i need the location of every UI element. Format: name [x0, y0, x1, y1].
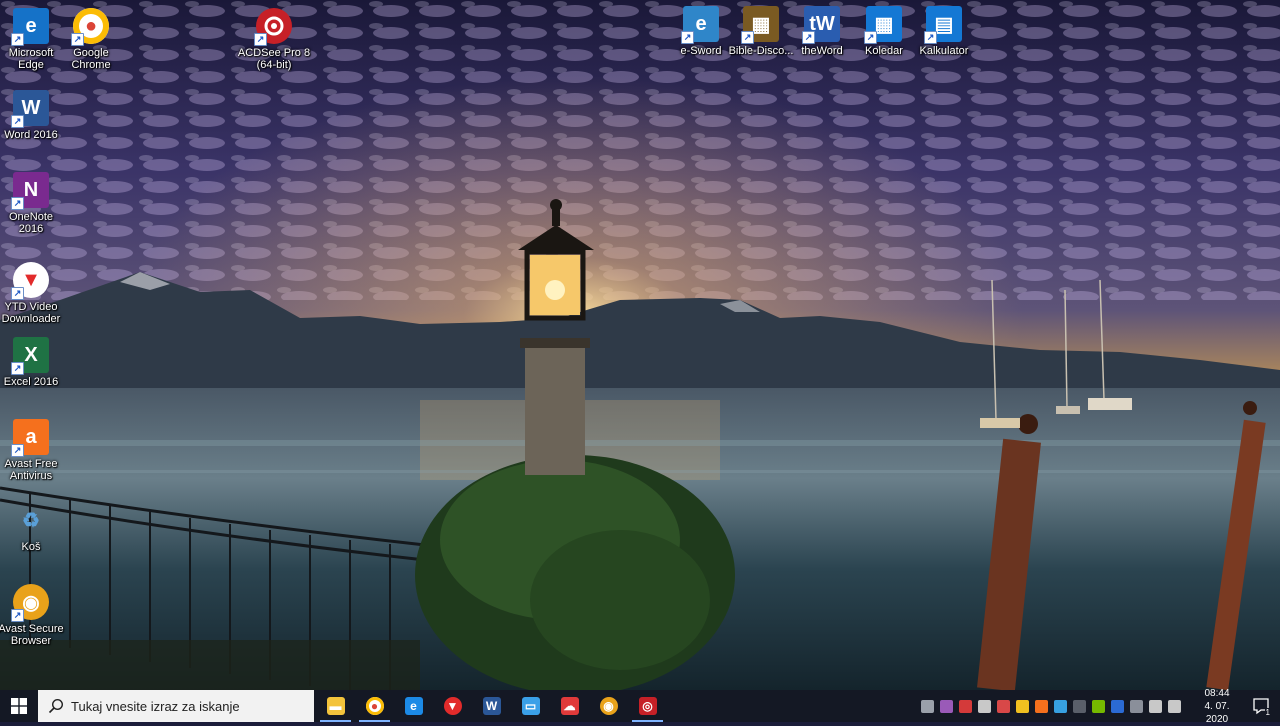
desktop-icon-label: Excel 2016: [3, 376, 59, 388]
desktop-icon-label: ACDSee Pro 8 (64-bit): [237, 47, 311, 71]
theword-icon: tW ↗: [802, 6, 840, 44]
clock-time: 08:44: [1204, 687, 1230, 699]
ytd-tray-icon[interactable]: [959, 699, 972, 713]
shortcut-arrow-icon: ↗: [71, 33, 84, 46]
onenote-icon: N ↗: [11, 172, 49, 210]
taskbar-app-ytd[interactable]: ▼: [433, 690, 472, 722]
shortcut-arrow-icon: ↗: [924, 31, 937, 44]
app-tray-icon[interactable]: [1054, 699, 1067, 713]
security-shield-icon[interactable]: [1016, 699, 1029, 713]
shortcut-arrow-icon: ↗: [741, 31, 754, 44]
shortcut-arrow-icon: ↗: [11, 115, 24, 128]
taskbar-app-acdsee[interactable]: ◎: [628, 690, 667, 722]
shortcut-arrow-icon: ↗: [11, 444, 24, 457]
taskbar: Tukaj vnesite izraz za iskanje ▬ ● e ▼ W ▭ ☁ ◉ ◎…: [0, 688, 1280, 725]
desktop-icon-label: YTD Video Downloader: [1, 301, 61, 325]
network-icon[interactable]: [1149, 699, 1162, 713]
shortcut-arrow-icon: ↗: [802, 31, 815, 44]
calculator-icon: ▤ ↗: [924, 6, 962, 44]
desktop-icon-word[interactable]: W ↗ Word 2016: [0, 90, 68, 141]
desktop-wallpaper: [0, 0, 1280, 690]
phone-icon[interactable]: [978, 699, 991, 713]
desktop-icon-recycle-bin[interactable]: ♻ Koš: [0, 502, 68, 554]
avast-tray-icon[interactable]: [1035, 699, 1048, 713]
paint-icon[interactable]: [997, 699, 1010, 713]
edge-icon: e: [404, 697, 423, 715]
search-box[interactable]: Tukaj vnesite izraz za iskanje: [38, 690, 314, 722]
volume-icon[interactable]: [1168, 699, 1181, 713]
taskbar-app-word[interactable]: W: [472, 690, 511, 722]
desktop-icon-avast-browser[interactable]: ◉ ↗ Avast Secure Browser: [0, 584, 68, 647]
bluetooth-icon[interactable]: [1111, 699, 1124, 713]
avast-browser-icon: ◉ ↗: [11, 584, 49, 622]
ytd-icon: ▼: [443, 697, 462, 715]
desktop-icon-label: Word 2016: [4, 129, 58, 141]
desktop-icon-label: OneNote 2016: [8, 211, 54, 235]
system-tray: 08:44 4. 07. 2020 1: [918, 688, 1280, 725]
keyboard-icon[interactable]: [1073, 699, 1086, 713]
desktop-icon-label: Avast Secure Browser: [0, 623, 64, 647]
ytd-icon: ▼ ↗: [11, 262, 49, 300]
shortcut-arrow-icon: ↗: [864, 31, 877, 44]
desktop-icon-label: Google Chrome: [71, 47, 111, 71]
onenote-tray-icon[interactable]: [940, 699, 953, 713]
avast-browser-icon: ◉: [599, 697, 618, 715]
bible-discovery-icon: ▦ ↗: [741, 6, 779, 44]
taskbar-app-desktop-app[interactable]: ▭: [511, 690, 550, 722]
search-icon: [48, 698, 64, 714]
windows-logo-icon: [11, 698, 27, 714]
cloud-app-icon: ☁: [560, 697, 579, 715]
desktop-icon-acdsee[interactable]: ↗ ACDSee Pro 8 (64-bit): [237, 8, 311, 71]
acdsee-icon: ↗: [254, 8, 292, 46]
notification-count: 1: [1264, 708, 1271, 717]
edge-icon: e ↗: [11, 8, 49, 46]
taskbar-app-chrome[interactable]: ●: [355, 690, 394, 722]
taskbar-app-cloud-app[interactable]: ☁: [550, 690, 589, 722]
excel-icon: X ↗: [11, 337, 49, 375]
shortcut-arrow-icon: ↗: [11, 197, 24, 210]
shortcut-arrow-icon: ↗: [254, 33, 267, 46]
chrome-icon: ● ↗: [71, 8, 109, 46]
search-placeholder: Tukaj vnesite izraz za iskanje: [71, 698, 240, 714]
file-explorer-icon: ▬: [326, 697, 345, 715]
taskbar-app-avast-browser[interactable]: ◉: [589, 690, 628, 722]
device-icon[interactable]: [1130, 699, 1143, 713]
desktop-icon-onenote[interactable]: N ↗ OneNote 2016: [0, 172, 68, 235]
chrome-icon: ●: [365, 697, 384, 715]
desktop-icon-label: Avast Free Antivirus: [4, 458, 58, 482]
tray-icons: [918, 699, 1184, 713]
desktop-icon-ytd[interactable]: ▼ ↗ YTD Video Downloader: [0, 262, 68, 325]
shortcut-arrow-icon: ↗: [11, 287, 24, 300]
nvidia-icon[interactable]: [1092, 699, 1105, 713]
desktop-icon-calculator[interactable]: ▤ ↗ Kalkulator: [907, 6, 981, 57]
pinned-apps: ▬ ● e ▼ W ▭ ☁ ◉ ◎: [316, 690, 667, 722]
calendar-icon: ▦ ↗: [864, 6, 902, 44]
word-icon: W ↗: [11, 90, 49, 128]
pen-off-icon[interactable]: [921, 699, 934, 713]
action-center-button[interactable]: 1: [1242, 690, 1280, 722]
start-button[interactable]: [0, 690, 38, 722]
desktop-icon-label: Kalkulator: [919, 45, 969, 57]
shortcut-arrow-icon: ↗: [11, 362, 24, 375]
shortcut-arrow-icon: ↗: [681, 31, 694, 44]
taskbar-app-edge[interactable]: e: [394, 690, 433, 722]
clock[interactable]: 08:44 4. 07. 2020: [1192, 687, 1242, 726]
acdsee-icon: ◎: [638, 697, 657, 715]
recycle-bin-icon: ♻: [22, 509, 40, 532]
esword-icon: e ↗: [681, 6, 719, 44]
desktop-icon-label: Koš: [21, 541, 41, 553]
desktop-app-icon: ▭: [521, 697, 540, 715]
shortcut-arrow-icon: ↗: [11, 609, 24, 622]
desktop-icon-excel[interactable]: X ↗ Excel 2016: [0, 337, 68, 388]
avast-icon: a ↗: [11, 419, 49, 457]
word-icon: W: [482, 697, 501, 715]
desktop-icon-chrome[interactable]: ● ↗ Google Chrome: [54, 8, 128, 71]
shortcut-arrow-icon: ↗: [11, 33, 24, 46]
taskbar-app-file-explorer[interactable]: ▬: [316, 690, 355, 722]
desktop-icon-avast[interactable]: a ↗ Avast Free Antivirus: [0, 419, 68, 482]
